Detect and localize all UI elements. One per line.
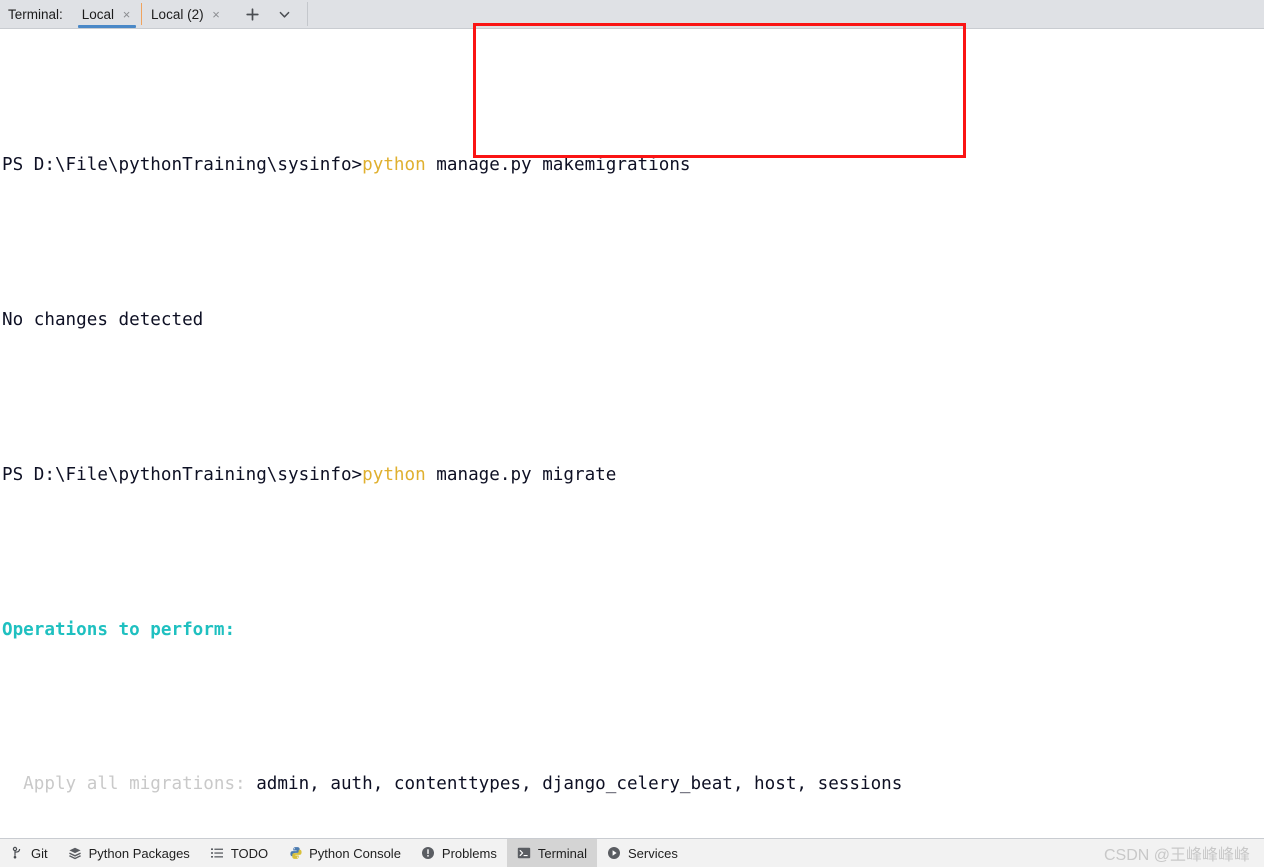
command-args: manage.py makemigrations <box>425 155 691 176</box>
chevron-down-icon[interactable] <box>277 6 293 22</box>
tool-button-terminal[interactable]: Terminal <box>506 839 597 867</box>
terminal-line-no-changes: No changes detected <box>2 309 204 330</box>
tool-button-label: Services <box>627 845 678 861</box>
terminal-tab-local[interactable]: Local × <box>73 0 141 28</box>
shell-prompt: PS D:\File\pythonTraining\sysinfo> <box>2 155 363 176</box>
terminal-line-operations-header: Operations to perform: <box>2 619 236 640</box>
tool-button-label: Python Packages <box>88 845 190 861</box>
terminal-line-command-1: PS D:\File\pythonTraining\sysinfo>python… <box>2 146 1264 185</box>
terminal-icon <box>517 846 532 861</box>
tool-button-label: Python Console <box>309 845 401 861</box>
tool-button-services[interactable]: Services <box>597 839 688 867</box>
list-icon <box>210 846 225 861</box>
shell-prompt: PS D:\File\pythonTraining\sysinfo> <box>2 464 363 485</box>
terminal-line-apply-all: Apply all migrations: admin, auth, conte… <box>2 765 1264 804</box>
git-branch-icon <box>10 846 25 861</box>
plus-icon[interactable] <box>245 6 261 22</box>
tool-button-problems[interactable]: Problems <box>411 839 507 867</box>
play-circle-icon <box>607 846 622 861</box>
tool-button-label: Problems <box>441 845 497 861</box>
tool-window-bar: Git Python Packages TODO Python Console … <box>0 838 1264 867</box>
terminal-tab-local-2[interactable]: Local (2) × <box>142 0 231 28</box>
apply-all-label: Apply all migrations: <box>2 774 246 795</box>
command-args: manage.py migrate <box>425 464 617 485</box>
terminal-tab-bar: Terminal: Local × Local (2) × <box>0 0 1264 29</box>
tab-title: Local (2) <box>151 6 204 22</box>
python-icon <box>288 846 303 861</box>
terminal-panel-label: Terminal: <box>8 6 63 22</box>
tool-button-python-console[interactable]: Python Console <box>278 839 411 867</box>
close-icon[interactable]: × <box>121 8 132 21</box>
tool-button-git[interactable]: Git <box>0 839 58 867</box>
tabbar-empty-area <box>308 0 1264 28</box>
terminal-line-command-2: PS D:\File\pythonTraining\sysinfo>python… <box>2 456 1264 495</box>
tab-title: Local <box>81 6 115 22</box>
tool-button-python-packages[interactable]: Python Packages <box>58 839 200 867</box>
tab-actions <box>231 0 307 28</box>
tool-button-label: TODO <box>230 845 269 861</box>
tool-button-todo[interactable]: TODO <box>200 839 278 867</box>
terminal-output[interactable]: PS D:\File\pythonTraining\sysinfo>python… <box>0 29 1264 838</box>
warning-icon <box>421 846 436 861</box>
tool-button-label: Git <box>31 845 48 861</box>
command-keyword: python <box>362 464 426 485</box>
close-icon[interactable]: × <box>211 8 222 21</box>
tool-button-label: Terminal <box>537 845 587 861</box>
command-keyword: python <box>362 155 426 176</box>
tool-window-bar-spacer <box>688 839 1104 867</box>
layers-icon <box>68 846 83 861</box>
watermark-text: CSDN @王峰峰峰峰 <box>1103 847 1250 864</box>
apply-all-apps: admin, auth, contenttypes, django_celery… <box>245 774 903 795</box>
